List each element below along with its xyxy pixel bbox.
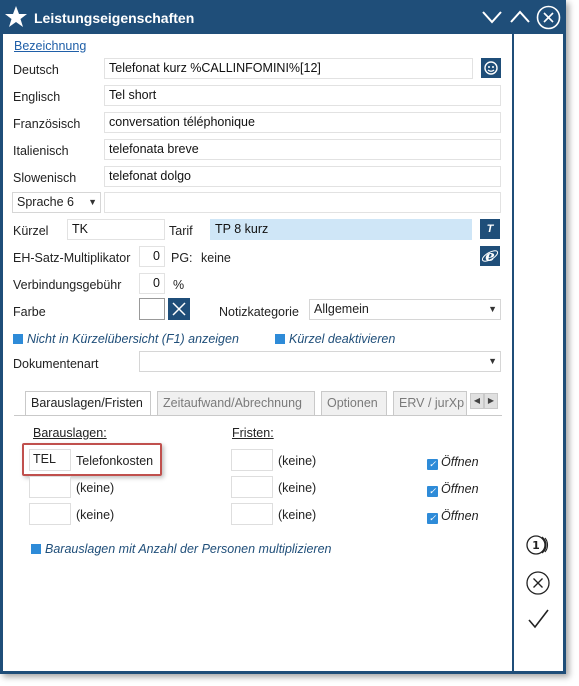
- checkbox-icon: [31, 544, 41, 554]
- deutsch-field[interactable]: Telefonat kurz %CALLINFOMINI%[12]: [104, 58, 473, 79]
- svg-text:e: e: [485, 247, 495, 265]
- action-sidebar: 1: [514, 34, 563, 671]
- nicht-in-kuerzel-checkbox[interactable]: Nicht in Kürzelübersicht (F1) anzeigen: [13, 332, 239, 346]
- eh-satz-field[interactable]: 0: [139, 246, 165, 267]
- barauslage-code-field[interactable]: [29, 476, 71, 498]
- slowenisch-field[interactable]: telefonat dolgo: [104, 166, 501, 187]
- frist-text: (keine): [278, 481, 317, 495]
- dokumentenart-select[interactable]: ▼: [139, 351, 501, 372]
- highlight-box: [22, 443, 162, 476]
- franzoesisch-field[interactable]: conversation téléphonique: [104, 112, 501, 133]
- frist-text: (keine): [278, 508, 317, 522]
- chevron-up-icon[interactable]: [508, 6, 532, 28]
- close-icon[interactable]: [536, 5, 561, 30]
- dropdown-arrow-icon: ▼: [488, 356, 497, 366]
- deutsch-label: Deutsch: [13, 63, 59, 77]
- cancel-icon[interactable]: [525, 570, 551, 596]
- multiplizieren-checkbox[interactable]: Barauslagen mit Anzahl der Personen mult…: [31, 542, 332, 556]
- title-bar: Leistungseigenschaften: [0, 0, 566, 34]
- dokumentenart-label: Dokumentenart: [13, 357, 99, 371]
- verbindung-unit: %: [173, 278, 185, 292]
- verbindung-field[interactable]: 0: [139, 273, 165, 294]
- window-title: Leistungseigenschaften: [34, 10, 195, 26]
- kuerzel-deaktivieren-label: Kürzel deaktivieren: [289, 332, 396, 346]
- assistant-icon[interactable]: [481, 58, 501, 78]
- italienisch-label: Italienisch: [13, 144, 69, 158]
- kuerzel-field[interactable]: TK: [67, 219, 165, 240]
- tarif-label: Tarif: [169, 224, 193, 238]
- checkbox-icon: [13, 334, 23, 344]
- frist-code-field[interactable]: [231, 503, 273, 525]
- tab-erv[interactable]: ERV / jurXp: [393, 391, 467, 416]
- frist-text: (keine): [278, 454, 317, 468]
- notizkategorie-select[interactable]: Allgemein ▼: [309, 299, 501, 320]
- sprache-select-value: Sprache 6: [17, 195, 74, 209]
- checkmark-icon: ✓: [427, 486, 438, 497]
- slowenisch-label: Slowenisch: [13, 171, 77, 185]
- bezeichnung-label: Bezeichnung: [14, 39, 87, 53]
- oeffnen-checkbox[interactable]: ✓ Öffnen: [427, 482, 479, 497]
- oeffnen-label: Öffnen: [441, 455, 479, 469]
- browser-e-icon[interactable]: e: [480, 246, 500, 266]
- notizkategorie-label: Notizkategorie: [219, 305, 299, 319]
- tab-optionen[interactable]: Optionen: [321, 391, 387, 416]
- tab-zeitaufwand[interactable]: Zeitaufwand/Abrechnung: [157, 391, 315, 416]
- star-icon: [3, 4, 29, 30]
- barauslage-text: (keine): [76, 481, 115, 495]
- svg-text:1: 1: [532, 539, 540, 552]
- oeffnen-checkbox[interactable]: ✓ Öffnen: [427, 509, 479, 524]
- barauslagen-label: Barauslagen:: [33, 426, 107, 440]
- checkbox-icon: [275, 334, 285, 344]
- dropdown-arrow-icon: ▼: [88, 197, 97, 207]
- sprache-field[interactable]: [104, 192, 501, 213]
- one-step-icon[interactable]: 1: [525, 532, 551, 558]
- kuerzel-deaktivieren-checkbox[interactable]: Kürzel deaktivieren: [275, 332, 395, 346]
- tarif-button[interactable]: T: [480, 219, 500, 239]
- englisch-field[interactable]: Tel short: [104, 85, 501, 106]
- englisch-label: Englisch: [13, 90, 61, 104]
- dialog-window: Leistungseigenschaften Bezeichnung Deuts…: [0, 0, 566, 674]
- notizkategorie-value: Allgemein: [314, 302, 369, 316]
- frist-code-field[interactable]: [231, 476, 273, 498]
- franzoesisch-label: Französisch: [13, 117, 81, 131]
- barauslage-text: (keine): [76, 508, 115, 522]
- pg-label: PG:: [171, 251, 193, 265]
- sprache-select[interactable]: Sprache 6 ▼: [12, 192, 101, 213]
- farbe-label: Farbe: [13, 305, 46, 319]
- tarif-field[interactable]: TP 8 kurz: [210, 219, 472, 240]
- nicht-in-kuerzel-label: Nicht in Kürzelübersicht (F1) anzeigen: [27, 332, 239, 346]
- fristen-label: Fristen:: [232, 426, 274, 440]
- oeffnen-label: Öffnen: [441, 509, 479, 523]
- checkmark-icon: ✓: [427, 513, 438, 524]
- multiplizieren-label: Barauslagen mit Anzahl der Personen mult…: [45, 542, 332, 556]
- oeffnen-checkbox[interactable]: ✓ Öffnen: [427, 455, 479, 470]
- pg-value: keine: [201, 251, 231, 265]
- chevron-down-icon[interactable]: [480, 6, 504, 28]
- tab-scroll-left-icon[interactable]: ◀: [470, 393, 484, 409]
- color-swatch[interactable]: [139, 298, 165, 320]
- frist-code-field[interactable]: [231, 449, 273, 471]
- checkmark-icon: ✓: [427, 459, 438, 470]
- barauslage-code-field[interactable]: [29, 503, 71, 525]
- eh-satz-label: EH-Satz-Multiplikator: [13, 251, 131, 265]
- italienisch-field[interactable]: telefonata breve: [104, 139, 501, 160]
- dropdown-arrow-icon: ▼: [488, 304, 497, 314]
- verbindung-label: Verbindungsgebühr: [13, 278, 122, 292]
- tab-scroll-right-icon[interactable]: ▶: [484, 393, 498, 409]
- tab-bar: Barauslagen/Fristen Zeitaufwand/Abrechnu…: [14, 391, 502, 417]
- checkmark-icon[interactable]: [525, 606, 551, 632]
- clear-color-icon[interactable]: [168, 298, 190, 320]
- tab-barauslagen[interactable]: Barauslagen/Fristen: [25, 391, 151, 417]
- oeffnen-label: Öffnen: [441, 482, 479, 496]
- kuerzel-label: Kürzel: [13, 224, 49, 238]
